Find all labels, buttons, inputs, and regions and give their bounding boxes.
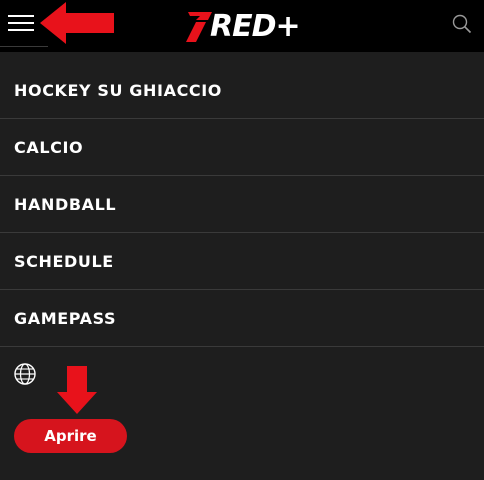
menu-item-gamepass[interactable]: GAMEPASS (0, 290, 484, 347)
menu-item-label: CALCIO (14, 137, 84, 157)
menu-item-label: HOCKEY SU GHIACCIO (14, 80, 223, 100)
hamburger-menu-icon[interactable] (8, 13, 34, 33)
nav-menu: HOCKEY SU GHIACCIO CALCIO HANDBALL SCHED… (0, 62, 484, 347)
menu-item-hockey[interactable]: HOCKEY SU GHIACCIO (0, 62, 484, 119)
menu-item-handball[interactable]: HANDBALL (0, 176, 484, 233)
menu-item-schedule[interactable]: SCHEDULE (0, 233, 484, 290)
search-icon[interactable] (452, 14, 472, 34)
top-header: RED+ (0, 0, 484, 52)
menu-item-label: HANDBALL (14, 194, 117, 214)
red-plus-logo[interactable]: RED+ (186, 8, 301, 44)
brand-name: RED+ (210, 9, 301, 44)
globe-icon[interactable] (13, 362, 37, 386)
open-button[interactable]: Aprire (14, 419, 127, 453)
menu-item-label: GAMEPASS (14, 308, 117, 328)
menu-item-calcio[interactable]: CALCIO (0, 119, 484, 176)
red-arrow-left-annotation (40, 2, 114, 44)
red-arrow-down-annotation (57, 366, 97, 414)
menu-item-label: SCHEDULE (14, 251, 114, 271)
menu-active-underline (0, 46, 48, 47)
